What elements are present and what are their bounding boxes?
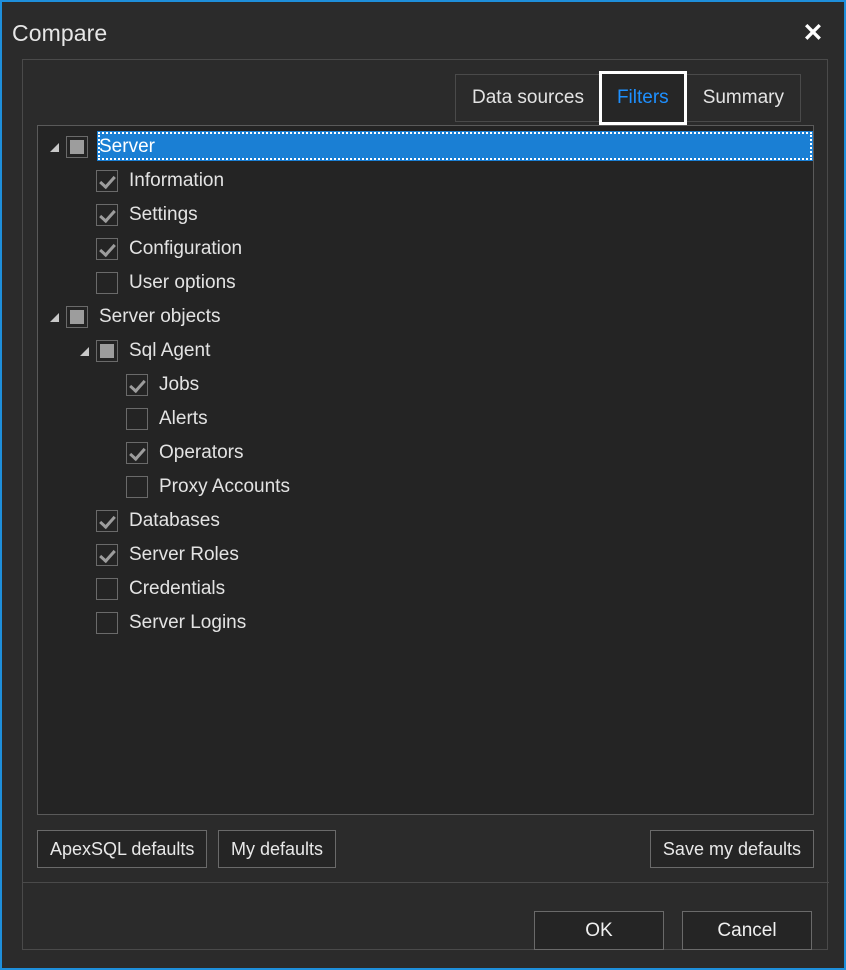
tree-indent [38, 385, 106, 386]
checkbox-databases[interactable] [96, 510, 118, 532]
tree-item-label: Sql Agent [127, 338, 216, 365]
my-defaults-button[interactable]: My defaults [218, 830, 336, 868]
tree-indent [38, 555, 76, 556]
expander-placeholder [76, 266, 96, 300]
tree-item-server-objects[interactable]: Server objects [38, 300, 813, 334]
cancel-button[interactable]: Cancel [682, 911, 812, 950]
tree-item-label: Alerts [157, 406, 214, 433]
close-icon[interactable]: ✕ [796, 17, 830, 49]
expander-placeholder [106, 436, 126, 470]
footer-divider [23, 882, 829, 883]
tree-item-label: Settings [127, 202, 204, 229]
tree-item-settings[interactable]: Settings [38, 198, 813, 232]
tree-item-label: Server objects [97, 304, 226, 331]
tree-item-label: Proxy Accounts [157, 474, 296, 501]
tree-indent [38, 181, 76, 182]
tree-indent [38, 453, 106, 454]
tree-indent [38, 521, 76, 522]
tree-item-configuration[interactable]: Configuration [38, 232, 813, 266]
filters-tree-list: Server Information Settings Configuration Us… [38, 126, 813, 640]
checkbox-settings[interactable] [96, 204, 118, 226]
filters-tree-panel[interactable]: Server Information Settings Configuration Us… [37, 125, 814, 815]
checkbox-server-roles[interactable] [96, 544, 118, 566]
tree-item-alerts[interactable]: Alerts [38, 402, 813, 436]
tree-item-operators[interactable]: Operators [38, 436, 813, 470]
checkbox-server-objects[interactable] [66, 306, 88, 328]
checkbox-server[interactable] [66, 136, 88, 158]
title-bar: Compare ✕ [4, 4, 846, 60]
tree-item-label: Information [127, 168, 230, 195]
checkbox-information[interactable] [96, 170, 118, 192]
tree-item-label: Server Logins [127, 610, 252, 637]
expander-placeholder [76, 164, 96, 198]
tree-item-user-options[interactable]: User options [38, 266, 813, 300]
checkbox-proxy-accounts[interactable] [126, 476, 148, 498]
expander-placeholder [76, 504, 96, 538]
checkbox-jobs[interactable] [126, 374, 148, 396]
checkbox-operators[interactable] [126, 442, 148, 464]
tree-indent [38, 249, 76, 250]
expander-placeholder [76, 232, 96, 266]
checkbox-credentials[interactable] [96, 578, 118, 600]
tree-indent [38, 487, 106, 488]
tree-item-label: Server [97, 134, 161, 161]
tree-indent [38, 317, 46, 318]
tree-indent [38, 147, 46, 148]
selection-highlight [97, 131, 813, 161]
tree-item-label: Operators [157, 440, 249, 467]
ok-button[interactable]: OK [534, 911, 664, 950]
defaults-button-row: ApexSQL defaults My defaults Save my def… [37, 830, 814, 868]
tree-item-credentials[interactable]: Credentials [38, 572, 813, 606]
tab-strip: Data sourcesFiltersSummary [455, 74, 801, 122]
compare-dialog: Compare ✕ Data sourcesFiltersSummary Ser… [0, 0, 846, 970]
tree-item-jobs[interactable]: Jobs [38, 368, 813, 402]
checkbox-user-options[interactable] [96, 272, 118, 294]
tree-indent [38, 623, 76, 624]
tree-item-proxy-accounts[interactable]: Proxy Accounts [38, 470, 813, 504]
expander-expanded-icon[interactable] [76, 334, 96, 368]
tree-item-server-logins[interactable]: Server Logins [38, 606, 813, 640]
tab-summary[interactable]: Summary [686, 75, 800, 121]
expander-placeholder [106, 368, 126, 402]
save-my-defaults-button[interactable]: Save my defaults [650, 830, 814, 868]
tab-data-sources[interactable]: Data sources [456, 75, 600, 121]
footer-button-row: OK Cancel [534, 911, 812, 950]
tree-item-label: Server Roles [127, 542, 245, 569]
tree-indent [38, 283, 76, 284]
checkbox-sql-agent[interactable] [96, 340, 118, 362]
tree-indent [38, 419, 106, 420]
tree-indent [38, 215, 76, 216]
tree-item-label: Configuration [127, 236, 248, 263]
expander-placeholder [106, 402, 126, 436]
page-title: Compare [12, 20, 107, 47]
tree-item-label: Databases [127, 508, 226, 535]
expander-expanded-icon[interactable] [46, 130, 66, 164]
tab-filters[interactable]: Filters [599, 71, 687, 125]
tree-item-label: Credentials [127, 576, 231, 603]
expander-placeholder [76, 572, 96, 606]
tree-item-server-roles[interactable]: Server Roles [38, 538, 813, 572]
expander-placeholder [76, 198, 96, 232]
tree-indent [38, 351, 76, 352]
expander-expanded-icon[interactable] [46, 300, 66, 334]
tree-item-label: User options [127, 270, 242, 297]
expander-placeholder [106, 470, 126, 504]
tree-item-information[interactable]: Information [38, 164, 813, 198]
tree-item-label: Jobs [157, 372, 205, 399]
apexsql-defaults-button[interactable]: ApexSQL defaults [37, 830, 207, 868]
checkbox-alerts[interactable] [126, 408, 148, 430]
dialog-body: Data sourcesFiltersSummary Server Informa… [22, 59, 828, 950]
checkbox-configuration[interactable] [96, 238, 118, 260]
tree-item-databases[interactable]: Databases [38, 504, 813, 538]
tree-item-server[interactable]: Server [38, 130, 813, 164]
tree-indent [38, 589, 76, 590]
expander-placeholder [76, 606, 96, 640]
tree-item-sql-agent[interactable]: Sql Agent [38, 334, 813, 368]
checkbox-server-logins[interactable] [96, 612, 118, 634]
expander-placeholder [76, 538, 96, 572]
